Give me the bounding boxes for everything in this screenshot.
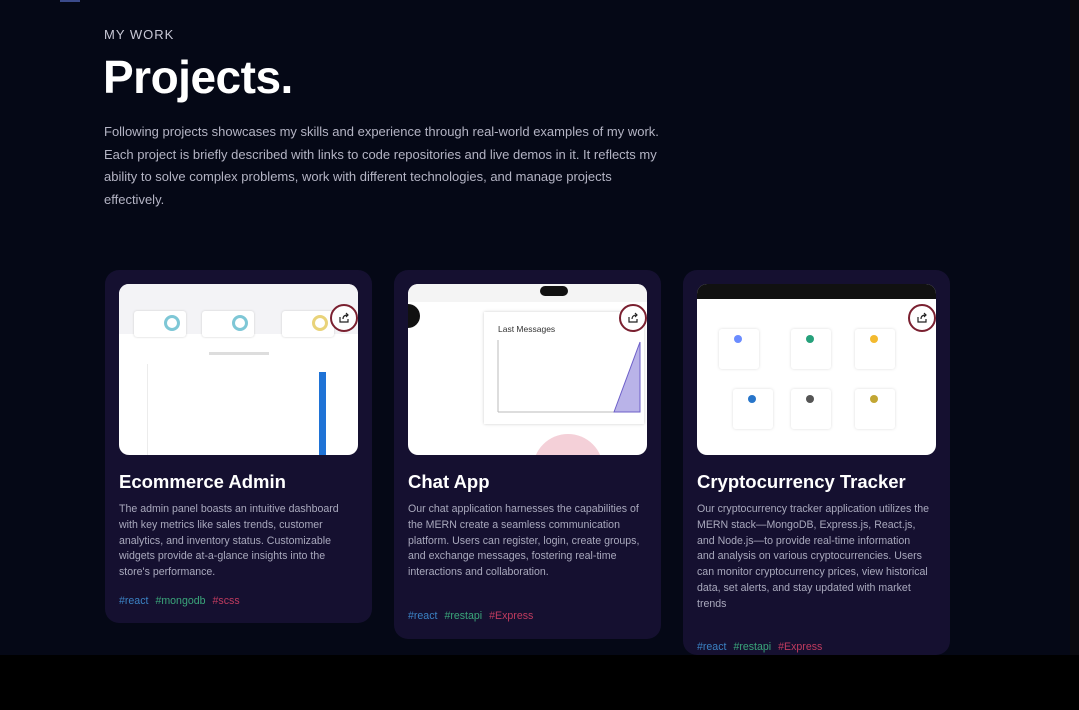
project-card-cryptocurrency-tracker[interactable]: Cryptocurrency Tracker Our cryptocurrenc… <box>683 270 950 655</box>
tag: #restapi <box>733 641 772 653</box>
share-icon[interactable] <box>330 304 358 332</box>
project-thumbnail: Last Messages <box>408 284 647 455</box>
scrollbar[interactable] <box>1070 0 1079 655</box>
logo-fragment <box>60 0 80 2</box>
section-intro: Following projects showcases my skills a… <box>104 124 659 207</box>
project-title: Chat App <box>408 471 490 492</box>
section-title: Projects. <box>103 51 293 103</box>
section-subtitle: MY WORK <box>104 27 175 42</box>
project-description: Our chat application harnesses the capab… <box>408 503 640 579</box>
project-description: The admin panel boasts an intuitive dash… <box>119 503 339 579</box>
project-thumbnail <box>697 284 936 455</box>
project-card-chat-app[interactable]: Last Messages Chat App Our chat applicat… <box>394 270 661 639</box>
bottom-bar <box>0 655 1079 710</box>
tag: #react <box>119 595 149 607</box>
tag: #react <box>408 610 438 622</box>
project-title: Ecommerce Admin <box>119 471 286 492</box>
tag: #restapi <box>444 610 483 622</box>
tag: #mongodb <box>155 595 206 607</box>
project-tags: #react #restapi #Express <box>697 641 822 653</box>
tag: #Express <box>778 641 823 653</box>
project-card-ecommerce-admin[interactable]: Ecommerce Admin The admin panel boasts a… <box>105 270 372 623</box>
tag: #react <box>697 641 727 653</box>
thumbnail-chart <box>497 340 641 413</box>
tag: #scss <box>212 595 240 607</box>
project-description: Our cryptocurrency tracker application u… <box>697 503 929 610</box>
tag: #Express <box>489 610 534 622</box>
share-icon[interactable] <box>908 304 936 332</box>
project-tags: #react #mongodb #scss <box>119 595 240 607</box>
chart-bar <box>319 372 326 455</box>
project-title: Cryptocurrency Tracker <box>697 471 906 492</box>
project-tags: #react #restapi #Express <box>408 610 533 622</box>
project-thumbnail <box>119 284 358 455</box>
share-icon[interactable] <box>619 304 647 332</box>
